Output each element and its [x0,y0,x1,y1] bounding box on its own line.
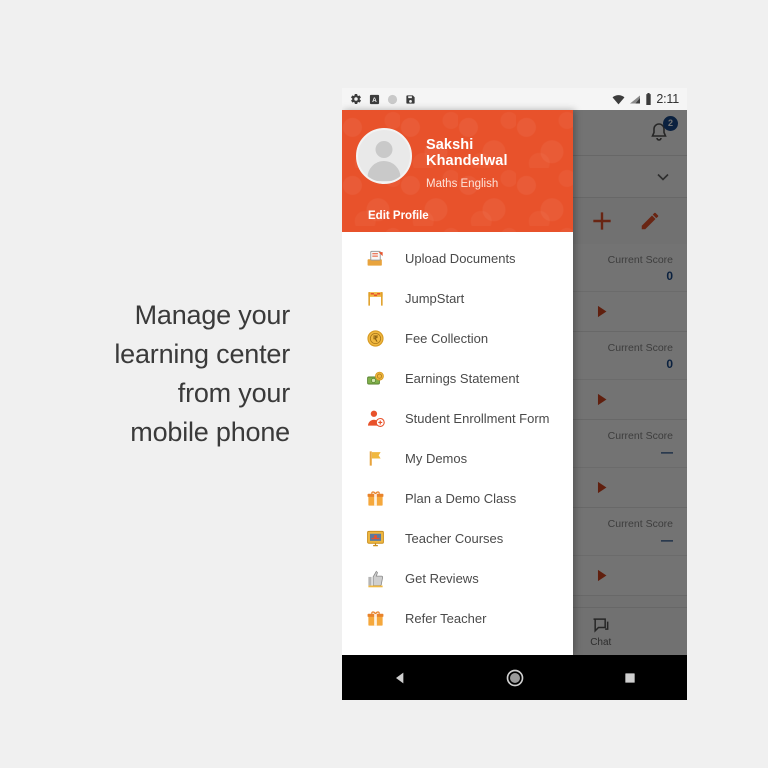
play-icon [597,305,606,318]
drawer-item-get-reviews[interactable]: Get Reviews [342,558,573,598]
play-icon [597,393,606,406]
play-icon [597,481,606,494]
home-button[interactable] [457,668,572,688]
edit-profile-link[interactable]: Edit Profile [368,210,429,222]
gift-icon [364,487,386,509]
status-bar: A 2:11 [342,88,687,110]
battery-icon [646,93,652,105]
money-stack-icon [364,367,386,389]
rupee-coin-icon: ₹ [364,327,386,349]
svg-text:₹: ₹ [372,334,377,343]
drawer-item-teacher-courses[interactable]: Teacher Courses [342,518,573,558]
gift-icon [364,607,386,629]
thumbs-up-stars-icon [364,567,386,589]
drawer-item-label: Fee Collection [405,330,489,346]
home-circle-icon [506,669,523,686]
drawer-item-label: JumpStart [405,290,465,306]
caption-line: mobile phone [130,417,290,447]
plus-icon[interactable] [589,208,615,234]
marketing-caption: Manage your learning center from your mo… [40,296,290,452]
drawer-item-upload-documents[interactable]: Upload Documents [342,238,573,278]
drawer-item-label: My Demos [405,450,468,466]
avatar-head [375,141,393,158]
notification-badge: 2 [663,115,678,131]
upload-documents-icon [364,247,386,269]
bottom-nav-label: Chat [590,637,612,648]
back-triangle-icon [395,672,403,683]
flag-start-icon [364,287,386,309]
status-bar-time: 2:11 [656,92,679,106]
drawer-item-my-demos[interactable]: My Demos [342,438,573,478]
back-button[interactable] [342,670,457,686]
drawer-item-refer-teacher[interactable]: Refer Teacher [342,598,573,638]
notifications-button[interactable]: 2 [647,115,678,146]
circle-icon [387,94,398,104]
caption-line: from your [177,378,290,408]
flag-icon [364,447,386,469]
drawer-item-label: Refer Teacher [405,610,487,626]
status-bar-right-icons: 2:11 [612,92,679,106]
drawer-item-jumpstart[interactable]: JumpStart [342,278,573,318]
profile-name: Sakshi Khandelwal [426,137,508,169]
android-navigation-bar [342,655,687,700]
profile-subjects: Maths English [426,178,499,190]
recents-button[interactable] [572,671,687,685]
drawer-item-fee-collection[interactable]: ₹ Fee Collection [342,318,573,358]
caption-line: learning center [114,339,290,369]
chevron-down-icon[interactable] [653,167,673,187]
avatar-body [367,161,401,181]
drawer-item-label: Get Reviews [405,570,479,586]
drawer-item-earnings-statement[interactable]: Earnings Statement [342,358,573,398]
recents-square-icon [624,672,635,683]
gear-icon [351,94,361,104]
drawer-item-label: Upload Documents [405,250,516,266]
drawer-menu-list: Upload Documents JumpStart ₹ Fee Collect… [342,232,573,638]
drawer-item-label: Student Enrollment Form [405,410,550,426]
monitor-course-icon [364,527,386,549]
caption-line: Manage your [134,300,291,330]
play-icon [597,569,606,582]
save-app-icon [406,94,415,104]
svg-text:A: A [372,96,377,103]
phone-mockup: A 2:11 2 Current Score 0 Current Score 0… [342,88,687,700]
chat-bubble-icon [593,618,609,633]
drawer-item-label: Earnings Statement [405,370,520,386]
person-add-icon [364,407,386,429]
pencil-icon[interactable] [639,210,661,232]
drawer-profile-text: Sakshi Khandelwal Maths English [426,128,559,190]
drawer-profile-header[interactable]: Sakshi Khandelwal Maths English Edit Pro… [342,110,573,232]
drawer-item-plan-a-demo-class[interactable]: Plan a Demo Class [342,478,573,518]
app-a-icon: A [369,94,380,104]
avatar[interactable] [356,128,412,184]
wifi-icon [612,94,625,104]
status-bar-left-icons: A [350,93,416,105]
signal-icon [630,95,641,103]
drawer-item-student-enrollment-form[interactable]: Student Enrollment Form [342,398,573,438]
drawer-item-label: Teacher Courses [405,530,504,546]
drawer-item-label: Plan a Demo Class [405,490,517,506]
navigation-drawer: Sakshi Khandelwal Maths English Edit Pro… [342,110,573,655]
